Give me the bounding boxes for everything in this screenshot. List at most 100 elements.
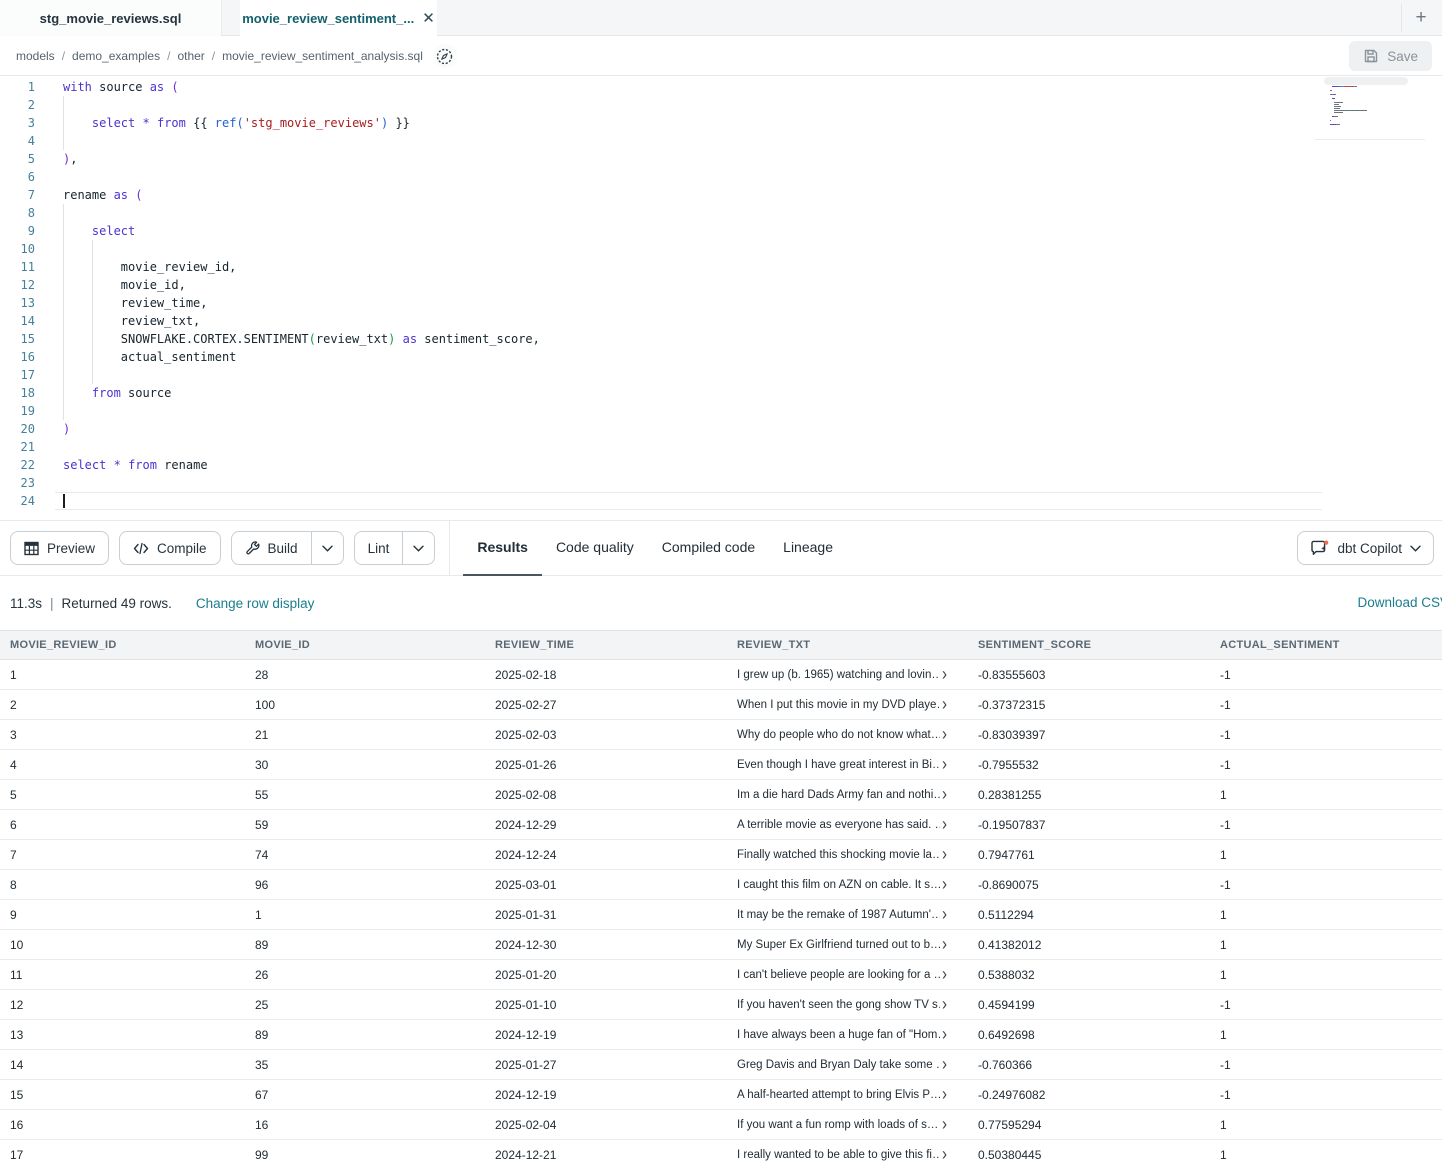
expand-cell-icon[interactable]: › bbox=[942, 1057, 947, 1072]
line-number: 9 bbox=[0, 222, 35, 240]
breadcrumb-segment[interactable]: movie_review_sentiment_analysis.sql bbox=[222, 49, 423, 63]
expand-cell-icon[interactable]: › bbox=[942, 787, 947, 802]
code-line-16[interactable]: 16 actual_sentiment bbox=[0, 348, 1442, 366]
close-tab-icon[interactable]: ✕ bbox=[422, 11, 435, 26]
cell: 0.28381255 bbox=[968, 788, 1210, 802]
table-row: 17992024-12-21I really wanted to be able… bbox=[0, 1140, 1442, 1166]
code-line-14[interactable]: 14 review_txt, bbox=[0, 312, 1442, 330]
change-row-display-link[interactable]: Change row display bbox=[196, 596, 315, 611]
code-line-21[interactable]: 21 bbox=[0, 438, 1442, 456]
column-header-review_txt[interactable]: REVIEW_TXT bbox=[727, 639, 968, 651]
lint-button[interactable]: Lint bbox=[354, 531, 436, 565]
cell: 28 bbox=[245, 668, 485, 682]
indent-guide bbox=[63, 96, 64, 114]
code-line-5[interactable]: 5), bbox=[0, 150, 1442, 168]
table-row: 11262025-01-20I can't believe people are… bbox=[0, 960, 1442, 990]
code-line-19[interactable]: 19 bbox=[0, 402, 1442, 420]
code-line-2[interactable]: 2 bbox=[0, 96, 1442, 114]
code-line-18[interactable]: 18 from source bbox=[0, 384, 1442, 402]
column-header-review_time[interactable]: REVIEW_TIME bbox=[485, 639, 727, 651]
expand-cell-icon[interactable]: › bbox=[942, 697, 947, 712]
cell: -0.7955532 bbox=[968, 758, 1210, 772]
breadcrumb-segment[interactable]: other bbox=[177, 49, 204, 63]
wrench-icon bbox=[245, 541, 260, 556]
copilot-label: dbt Copilot bbox=[1337, 541, 1402, 556]
cell: 2024-12-19 bbox=[485, 1088, 727, 1102]
column-header-sentiment_score[interactable]: SENTIMENT_SCORE bbox=[968, 639, 1210, 651]
cell: 67 bbox=[245, 1088, 485, 1102]
minimap-viewport[interactable] bbox=[1324, 77, 1408, 85]
indent-guide bbox=[63, 240, 64, 258]
compile-button[interactable]: Compile bbox=[119, 531, 221, 565]
code-line-7[interactable]: 7rename as ( bbox=[0, 186, 1442, 204]
preview-button[interactable]: Preview bbox=[10, 531, 109, 565]
sql-code-editor[interactable]: 1with source as (23 select * from {{ ref… bbox=[0, 77, 1442, 521]
query-row-count: Returned 49 rows. bbox=[62, 596, 172, 611]
cell: -0.37372315 bbox=[968, 698, 1210, 712]
chevron-down-icon bbox=[1410, 545, 1421, 552]
code-line-4[interactable]: 4 bbox=[0, 132, 1442, 150]
tab-movie-review-sentiment[interactable]: movie_review_sentiment_... ✕ bbox=[240, 0, 437, 37]
expand-cell-icon[interactable]: › bbox=[942, 1117, 947, 1132]
breadcrumb-segment[interactable]: demo_examples bbox=[72, 49, 160, 63]
save-button[interactable]: Save bbox=[1349, 41, 1432, 71]
tab-results[interactable]: Results bbox=[463, 521, 542, 576]
build-button[interactable]: Build bbox=[231, 531, 344, 565]
tab-code-quality[interactable]: Code quality bbox=[542, 521, 648, 576]
code-line-22[interactable]: 22select * from rename bbox=[0, 456, 1442, 474]
code-line-10[interactable]: 10 bbox=[0, 240, 1442, 258]
expand-cell-icon[interactable]: › bbox=[942, 757, 947, 772]
expand-cell-icon[interactable]: › bbox=[942, 937, 947, 952]
expand-cell-icon[interactable]: › bbox=[942, 667, 947, 682]
code-line-8[interactable]: 8 bbox=[0, 204, 1442, 222]
dbt-ide-window: stg_movie_reviews.sql movie_review_senti… bbox=[0, 0, 1442, 1166]
expand-cell-icon[interactable]: › bbox=[942, 1027, 947, 1042]
line-number: 16 bbox=[0, 348, 35, 366]
dbt-copilot-button[interactable]: dbt Copilot bbox=[1297, 531, 1434, 565]
lint-dropdown-chevron[interactable] bbox=[402, 532, 434, 564]
expand-cell-icon[interactable]: › bbox=[942, 1087, 947, 1102]
code-line-3[interactable]: 3 select * from {{ ref('stg_movie_review… bbox=[0, 114, 1442, 132]
column-header-actual_sentiment[interactable]: ACTUAL_SENTIMENT bbox=[1210, 639, 1442, 651]
code-line-15[interactable]: 15 SNOWFLAKE.CORTEX.SENTIMENT(review_txt… bbox=[0, 330, 1442, 348]
expand-cell-icon[interactable]: › bbox=[942, 727, 947, 742]
column-header-movie_id[interactable]: MOVIE_ID bbox=[245, 639, 485, 651]
cell: 0.50380445 bbox=[968, 1148, 1210, 1162]
code-line-13[interactable]: 13 review_time, bbox=[0, 294, 1442, 312]
column-header-movie_review_id[interactable]: MOVIE_REVIEW_ID bbox=[0, 639, 245, 651]
editor-minimap[interactable] bbox=[1327, 80, 1405, 134]
line-number: 5 bbox=[0, 150, 35, 168]
code-line-12[interactable]: 12 movie_id, bbox=[0, 276, 1442, 294]
expand-cell-icon[interactable]: › bbox=[942, 877, 947, 892]
code-line-20[interactable]: 20) bbox=[0, 420, 1442, 438]
code-line-11[interactable]: 11 movie_review_id, bbox=[0, 258, 1442, 276]
code-line-1[interactable]: 1with source as ( bbox=[0, 78, 1442, 96]
code-line-6[interactable]: 6 bbox=[0, 168, 1442, 186]
query-status-bar: 11.3s | Returned 49 rows. Change row dis… bbox=[0, 577, 1442, 630]
expand-cell-icon[interactable]: › bbox=[942, 817, 947, 832]
cell: 16 bbox=[0, 1118, 245, 1132]
cell: 59 bbox=[245, 818, 485, 832]
tab-lineage[interactable]: Lineage bbox=[769, 521, 847, 576]
expand-cell-icon[interactable]: › bbox=[942, 997, 947, 1012]
expand-cell-icon[interactable]: › bbox=[942, 967, 947, 982]
copilot-compass-icon[interactable] bbox=[433, 44, 457, 68]
code-line-9[interactable]: 9 select bbox=[0, 222, 1442, 240]
breadcrumb-segment[interactable]: models bbox=[16, 49, 55, 63]
build-dropdown-chevron[interactable] bbox=[311, 532, 343, 564]
tab-stg-movie-reviews[interactable]: stg_movie_reviews.sql bbox=[0, 0, 222, 36]
cell: 26 bbox=[245, 968, 485, 982]
expand-cell-icon[interactable]: › bbox=[942, 907, 947, 922]
code-line-23[interactable]: 23 bbox=[0, 474, 1442, 492]
code-line-17[interactable]: 17 bbox=[0, 366, 1442, 384]
table-row: 13892024-12-19I have always been a huge … bbox=[0, 1020, 1442, 1050]
cell-review-txt: When I put this movie in my DVD playe…› bbox=[727, 697, 968, 712]
tab-compiled-code[interactable]: Compiled code bbox=[648, 521, 769, 576]
expand-cell-icon[interactable]: › bbox=[942, 1147, 947, 1162]
download-csv-link[interactable]: Download CSV bbox=[1357, 595, 1442, 610]
cell: 74 bbox=[245, 848, 485, 862]
new-tab-button[interactable]: + bbox=[1408, 6, 1434, 30]
code-line-24[interactable]: 24 bbox=[0, 492, 1442, 510]
expand-cell-icon[interactable]: › bbox=[942, 847, 947, 862]
cell: 100 bbox=[245, 698, 485, 712]
